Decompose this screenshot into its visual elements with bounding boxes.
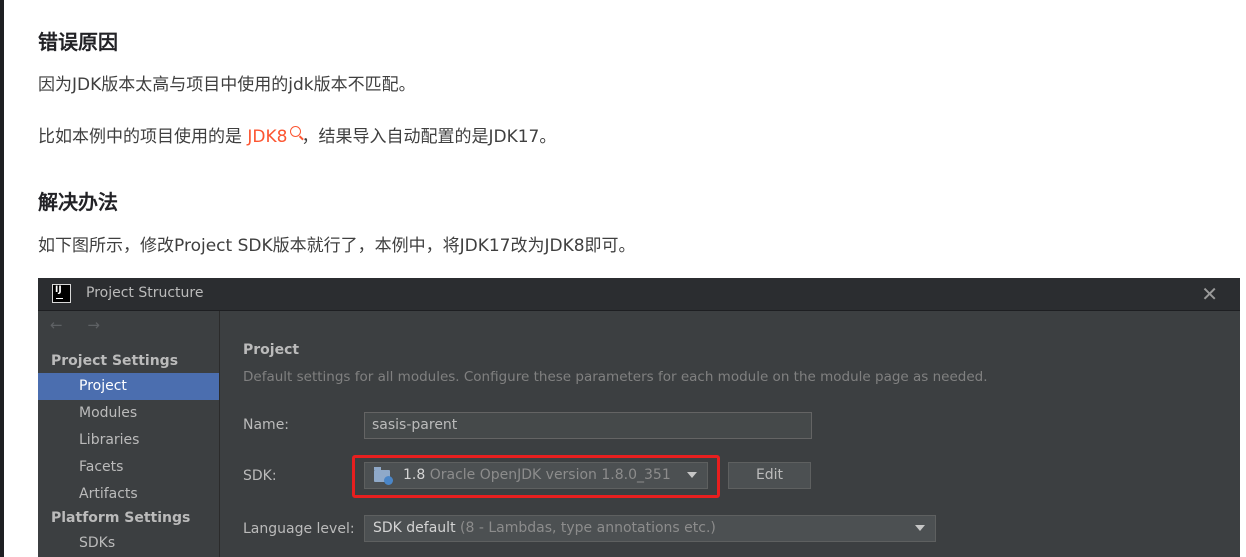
project-structure-dialog: IJ Project Structure ✕ ← → Project Setti… — [38, 278, 1240, 557]
sdk-label: SDK: — [243, 468, 277, 484]
search-icon — [290, 126, 302, 137]
paragraph-example-text: 比如本例中的项目使用的是 — [38, 127, 248, 147]
jdk8-link-text: JDK8 — [247, 127, 288, 147]
sidebar-item-project[interactable]: Project — [38, 373, 219, 400]
back-forward-arrows[interactable]: ← → — [50, 316, 110, 334]
dialog-titlebar: IJ Project Structure ✕ — [38, 278, 1240, 311]
sidebar-group-project-settings: Project Settings — [51, 353, 179, 369]
paragraph-cause: 因为JDK版本太高与项目中使用的jdk版本不匹配。 — [38, 75, 416, 95]
language-level-description: (8 - Lambdas, type annotations etc.) — [460, 520, 716, 536]
heading-error-cause: 错误原因 — [38, 30, 118, 54]
chevron-down-icon — [687, 472, 697, 478]
close-icon[interactable]: ✕ — [1201, 282, 1218, 306]
sidebar-item-modules[interactable]: Modules — [38, 400, 219, 427]
sdk-edit-button[interactable]: Edit — [728, 462, 811, 489]
name-label: Name: — [243, 417, 290, 433]
paragraph-example-tail: ，结果导入自动配置的是JDK17。 — [301, 127, 557, 147]
heading-solution: 解决办法 — [38, 190, 118, 214]
language-level-value: SDK default — [373, 520, 456, 536]
panel-title: Project — [243, 342, 300, 358]
sidebar-item-artifacts[interactable]: Artifacts — [38, 481, 219, 508]
left-edge-strip — [0, 0, 4, 557]
jdk8-link[interactable]: JDK8 — [247, 126, 302, 147]
project-name-field[interactable]: sasis-parent — [364, 412, 812, 439]
project-settings-panel: Project Default settings for all modules… — [220, 311, 1240, 557]
sidebar-item-facets[interactable]: Facets — [38, 454, 219, 481]
intellij-icon: IJ — [52, 284, 71, 303]
language-level-label: Language level: — [243, 521, 355, 537]
paragraph-solution: 如下图所示，修改Project SDK版本就行了，本例中，将JDK17改为JDK… — [38, 236, 636, 256]
jdk-folder-icon — [374, 467, 393, 485]
sidebar-item-sdks[interactable]: SDKs — [38, 530, 219, 557]
paragraph-example: 比如本例中的项目使用的是 JDK8 ，结果导入自动配置的是JDK17。 — [38, 122, 556, 147]
dialog-title: Project Structure — [86, 285, 204, 301]
sdk-version: 1.8 — [403, 467, 426, 483]
sidebar-group-platform-settings: Platform Settings — [51, 510, 191, 526]
language-level-dropdown[interactable]: SDK default (8 - Lambdas, type annotatio… — [364, 515, 936, 542]
chevron-down-icon — [915, 525, 925, 531]
sidebar-item-libraries[interactable]: Libraries — [38, 427, 219, 454]
sdk-description: Oracle OpenJDK version 1.8.0_351 — [429, 467, 671, 483]
settings-sidebar: ← → Project Settings Project Modules Lib… — [38, 311, 220, 557]
panel-description: Default settings for all modules. Config… — [243, 369, 988, 385]
sdk-dropdown[interactable]: 1.8 Oracle OpenJDK version 1.8.0_351 — [364, 462, 708, 489]
